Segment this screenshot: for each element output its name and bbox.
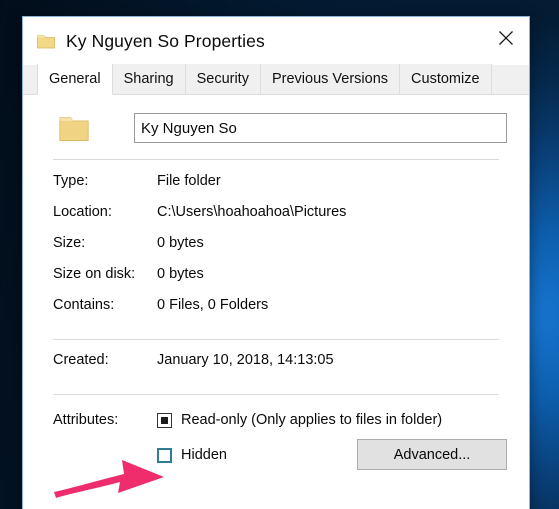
tab-sharing[interactable]: Sharing [113,64,186,94]
folder-properties-dialog: Ky Nguyen So Properties General Sharing … [22,16,530,509]
attributes-section: Attributes: Read-only (Only applies to f… [23,395,529,468]
properties-group-created: Created: January 10, 2018, 14:13:05 [23,340,529,383]
tab-general[interactable]: General [37,64,113,95]
attribute-row-readonly: Attributes: Read-only (Only applies to f… [53,407,529,433]
tab-strip: General Sharing Security Previous Versio… [23,65,529,95]
property-row-size: Size: 0 bytes [23,235,529,266]
property-value: 0 bytes [157,266,204,282]
property-label: Created: [53,352,157,368]
folder-name-input[interactable] [134,113,507,143]
tab-previous-versions[interactable]: Previous Versions [261,64,400,94]
property-row-location: Location: C:\Users\hoahoahoa\Pictures [23,204,529,235]
advanced-button[interactable]: Advanced... [357,439,507,470]
property-label: Size: [53,235,157,251]
desktop-background: Ky Nguyen So Properties General Sharing … [0,0,559,509]
property-row-size-on-disk: Size on disk: 0 bytes [23,266,529,297]
property-row-created: Created: January 10, 2018, 14:13:05 [23,352,529,383]
property-value: C:\Users\hoahoahoa\Pictures [157,204,346,220]
property-value: January 10, 2018, 14:13:05 [157,352,334,368]
close-button[interactable] [483,17,529,59]
property-label: Size on disk: [53,266,157,282]
window-title: Ky Nguyen So Properties [66,31,265,52]
general-tab-panel: Type: File folder Location: C:\Users\hoa… [23,95,529,509]
property-label: Contains: [53,297,157,313]
attributes-label: Attributes: [53,412,157,428]
close-icon [498,30,514,46]
readonly-checkbox[interactable] [157,413,172,428]
hidden-checkbox[interactable] [157,448,172,463]
property-row-type: Type: File folder [23,173,529,204]
folder-icon [59,115,89,142]
property-label: Location: [53,204,157,220]
property-value: 0 bytes [157,235,204,251]
title-bar: Ky Nguyen So Properties [23,17,529,65]
property-row-contains: Contains: 0 Files, 0 Folders [23,297,529,328]
properties-group-primary: Type: File folder Location: C:\Users\hoa… [23,160,529,328]
property-label: Type: [53,173,157,189]
property-value: 0 Files, 0 Folders [157,297,268,313]
hidden-label: Hidden [181,447,227,463]
readonly-label: Read-only (Only applies to files in fold… [181,412,442,428]
tab-security[interactable]: Security [186,64,261,94]
tab-customize[interactable]: Customize [400,64,492,94]
folder-icon [37,34,55,49]
folder-name-row [49,95,507,143]
property-value: File folder [157,173,221,189]
